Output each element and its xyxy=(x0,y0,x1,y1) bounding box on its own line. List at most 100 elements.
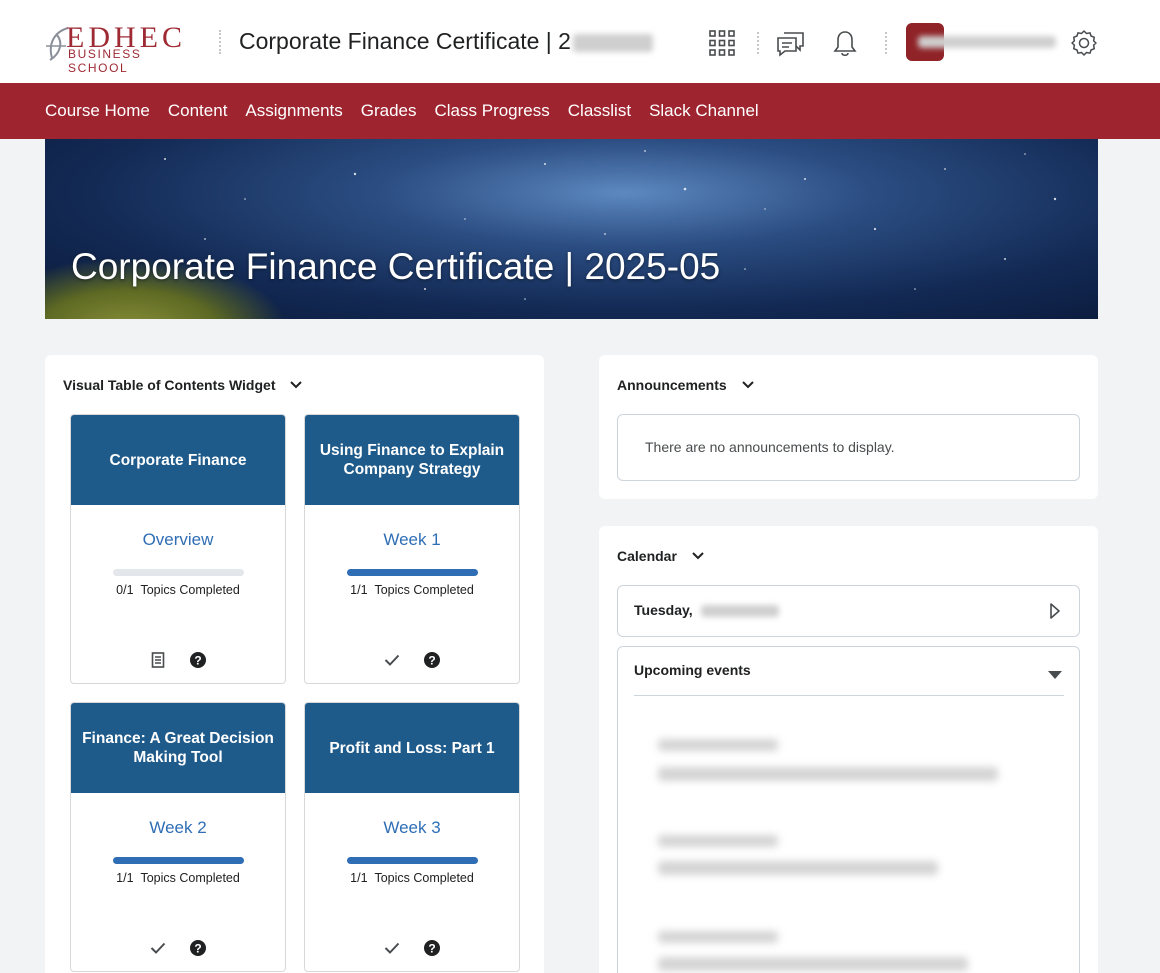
document-icon[interactable] xyxy=(149,651,167,669)
bell-icon[interactable] xyxy=(830,28,860,58)
nav-content[interactable]: Content xyxy=(168,101,228,121)
upcoming-events-panel: Upcoming events xyxy=(617,646,1080,973)
toc-tile[interactable]: Finance: A Great Decision Making Tool We… xyxy=(70,702,286,972)
top-header: EDHEC BUSINESS SCHOOL Corporate Finance … xyxy=(0,0,1160,83)
completed-count: 0/1 xyxy=(116,583,134,597)
svg-text:?: ? xyxy=(428,654,435,668)
course-navbar: Course Home Content Assignments Grades C… xyxy=(0,83,1160,139)
toc-tile[interactable]: Corporate Finance Overview 0/1 Topics Co… xyxy=(70,414,286,684)
help-icon[interactable]: ? xyxy=(189,939,207,957)
calendar-widget: Calendar Tuesday, Upcoming events xyxy=(599,526,1098,973)
tile-progress-text: 1/1 Topics Completed xyxy=(305,871,519,885)
gear-icon[interactable] xyxy=(1069,28,1099,58)
check-icon xyxy=(383,939,401,957)
redacted-event-date xyxy=(658,931,778,943)
chevron-down-icon[interactable] xyxy=(691,548,705,564)
toc-widget-title: Visual Table of Contents Widget xyxy=(63,377,303,393)
tile-progress-text: 0/1 Topics Completed xyxy=(71,583,285,597)
tile-progress-text: 1/1 Topics Completed xyxy=(305,583,519,597)
progress-bar xyxy=(112,857,244,864)
nav-grades[interactable]: Grades xyxy=(361,101,417,121)
completed-label: Topics Completed xyxy=(374,871,474,885)
toc-tile[interactable]: Profit and Loss: Part 1 Week 3 1/1 Topic… xyxy=(304,702,520,972)
check-icon xyxy=(149,939,167,957)
edhec-logo[interactable]: EDHEC BUSINESS SCHOOL xyxy=(44,22,204,75)
calendar-date-selector[interactable]: Tuesday, xyxy=(617,585,1080,637)
banner-title: Corporate Finance Certificate | 2025-05 xyxy=(71,246,721,287)
nav-slack-channel[interactable]: Slack Channel xyxy=(649,101,759,121)
completed-label: Topics Completed xyxy=(140,871,240,885)
redacted-text xyxy=(572,33,653,52)
check-icon xyxy=(383,651,401,669)
help-icon[interactable]: ? xyxy=(423,939,441,957)
announcements-empty-message: There are no announcements to display. xyxy=(645,439,895,455)
logo-subtitle: BUSINESS SCHOOL xyxy=(68,47,142,75)
course-title-text: Corporate Finance Certificate | 2 xyxy=(239,28,571,54)
announcements-empty-box: There are no announcements to display. xyxy=(617,414,1080,481)
user-name-redacted[interactable] xyxy=(918,36,1056,48)
calendar-title: Calendar xyxy=(617,548,705,564)
help-icon[interactable]: ? xyxy=(423,651,441,669)
nav-course-home[interactable]: Course Home xyxy=(45,101,150,121)
tile-heading: Profit and Loss: Part 1 xyxy=(305,703,519,793)
course-banner: Corporate Finance Certificate | 2025-05 xyxy=(45,139,1098,319)
progress-fill xyxy=(346,569,478,576)
toc-widget: Visual Table of Contents Widget Corporat… xyxy=(45,355,544,973)
progress-bar xyxy=(346,857,478,864)
calendar-title-text: Calendar xyxy=(617,548,677,564)
announcements-title-text: Announcements xyxy=(617,377,727,393)
header-divider xyxy=(219,30,221,54)
tile-heading: Corporate Finance xyxy=(71,415,285,505)
redacted-date xyxy=(700,605,779,618)
course-title[interactable]: Corporate Finance Certificate | 2 xyxy=(239,28,653,55)
chevron-right-icon[interactable] xyxy=(1049,602,1061,625)
redacted-event-date xyxy=(658,835,778,847)
toc-tile[interactable]: Using Finance to Explain Company Strateg… xyxy=(304,414,520,684)
nav-classlist[interactable]: Classlist xyxy=(568,101,631,121)
chat-icon[interactable] xyxy=(776,28,806,58)
tile-link[interactable]: Overview xyxy=(71,530,285,550)
redacted-event-title[interactable] xyxy=(658,957,968,971)
completed-label: Topics Completed xyxy=(374,583,474,597)
chevron-down-icon[interactable] xyxy=(289,377,303,393)
nav-class-progress[interactable]: Class Progress xyxy=(435,101,550,121)
progress-fill xyxy=(112,857,244,864)
completed-count: 1/1 xyxy=(350,871,368,885)
progress-bar xyxy=(346,569,478,576)
svg-text:?: ? xyxy=(194,654,201,668)
completed-count: 1/1 xyxy=(350,583,368,597)
nav-assignments[interactable]: Assignments xyxy=(245,101,342,121)
completed-count: 1/1 xyxy=(116,871,134,885)
header-divider xyxy=(757,32,759,54)
svg-text:?: ? xyxy=(194,942,201,956)
progress-bar xyxy=(112,569,244,576)
tile-progress-text: 1/1 Topics Completed xyxy=(71,871,285,885)
chevron-down-icon[interactable] xyxy=(741,377,755,393)
caret-down-icon[interactable] xyxy=(1047,667,1063,685)
divider xyxy=(634,695,1064,696)
tile-link[interactable]: Week 3 xyxy=(305,818,519,838)
calendar-day-label: Tuesday, xyxy=(634,602,779,618)
redacted-event-title[interactable] xyxy=(658,861,938,875)
tile-heading: Using Finance to Explain Company Strateg… xyxy=(305,415,519,505)
announcements-widget: Announcements There are no announcements… xyxy=(599,355,1098,499)
tile-icons: ? xyxy=(305,939,519,957)
calendar-day-text: Tuesday, xyxy=(634,602,693,618)
svg-text:?: ? xyxy=(428,942,435,956)
announcements-title: Announcements xyxy=(617,377,755,393)
upcoming-events-label: Upcoming events xyxy=(634,662,751,678)
tile-heading: Finance: A Great Decision Making Tool xyxy=(71,703,285,793)
tile-icons: ? xyxy=(305,651,519,669)
tile-icons: ? xyxy=(71,651,285,669)
help-icon[interactable]: ? xyxy=(189,651,207,669)
completed-label: Topics Completed xyxy=(140,583,240,597)
header-divider xyxy=(885,32,887,54)
tile-link[interactable]: Week 2 xyxy=(71,818,285,838)
tile-icons: ? xyxy=(71,939,285,957)
redacted-event-date xyxy=(658,739,778,751)
apps-grid-icon[interactable] xyxy=(707,28,737,58)
toc-widget-title-text: Visual Table of Contents Widget xyxy=(63,377,276,393)
redacted-event-title[interactable] xyxy=(658,767,998,781)
progress-fill xyxy=(346,857,478,864)
tile-link[interactable]: Week 1 xyxy=(305,530,519,550)
